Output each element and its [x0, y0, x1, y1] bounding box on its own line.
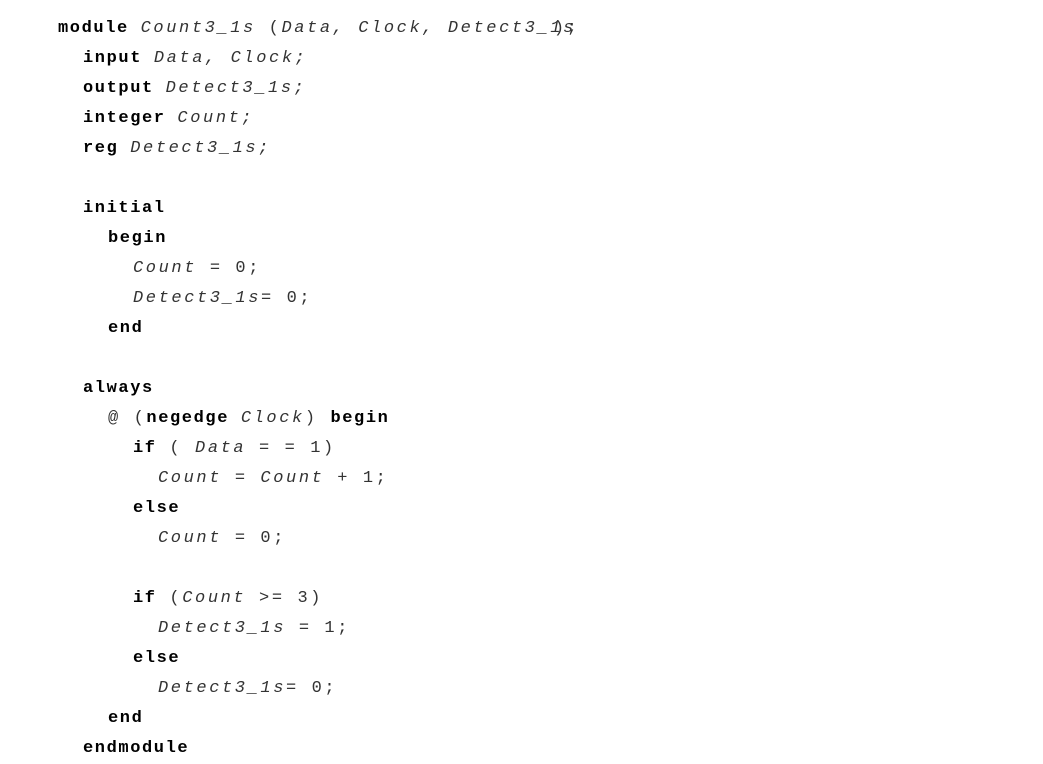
identifier: Count — [158, 469, 223, 488]
operator: >= 3) — [246, 589, 324, 608]
identifier: Data, Clock, Detect3_1s — [281, 19, 576, 38]
identifier: Clock — [240, 409, 305, 428]
operator: = 0; — [222, 529, 287, 548]
keyword: end — [108, 709, 144, 728]
code-line: Count = Count + 1; — [58, 464, 580, 494]
identifier: Data — [195, 439, 247, 458]
code-line: module Count3_1s (Data, Clock, Detect3_1… — [58, 14, 580, 44]
code-line: Detect3_1s = 1; — [58, 614, 580, 644]
keyword: begin — [330, 409, 390, 428]
code-line: @ (negedge Clock) begin — [58, 404, 580, 434]
code-line: endmodule — [58, 734, 580, 764]
code-line: input Data, Clock; — [58, 44, 580, 74]
keyword: always — [83, 379, 154, 398]
code-line: else — [58, 644, 580, 674]
code-line: Count = 0; — [58, 254, 580, 284]
code-line: if (Count >= 3) — [58, 584, 580, 614]
identifier: Count; — [177, 109, 255, 128]
code-line: always — [58, 374, 580, 404]
keyword: reg — [83, 139, 131, 158]
identifier: Detect3_1s; — [130, 139, 272, 158]
code-line: Detect3_1s= 0; — [58, 674, 580, 704]
keyword: else — [133, 649, 181, 668]
operator: = = 1) — [246, 439, 336, 458]
identifier: Detect3_1s — [133, 289, 262, 308]
operator: ); — [553, 19, 580, 38]
keyword: initial — [83, 199, 166, 218]
code-line: begin — [58, 224, 580, 254]
operator: = 0; — [261, 289, 313, 308]
identifier: Count — [158, 529, 223, 548]
keyword: if — [133, 589, 157, 608]
code-line: else — [58, 494, 580, 524]
identifier: Detect3_1s — [158, 679, 287, 698]
keyword: if — [133, 439, 157, 458]
operator: = 0; — [286, 679, 338, 698]
keyword: integer — [83, 109, 178, 128]
operator: ( — [156, 439, 196, 458]
keyword: begin — [108, 229, 168, 248]
identifier: Detect3_1s; — [165, 79, 307, 98]
code-line: integer Count; — [58, 104, 580, 134]
operator: = 1; — [286, 619, 351, 638]
operator: ) — [304, 409, 331, 428]
code-line: end — [58, 314, 580, 344]
keyword: else — [133, 499, 181, 518]
keyword: endmodule — [83, 739, 190, 758]
code-line: Count = 0; — [58, 524, 580, 554]
code-line: reg Detect3_1s; — [58, 134, 580, 164]
operator: @ ( — [108, 409, 147, 428]
operator: ( — [255, 19, 282, 38]
identifier: Data, Clock; — [153, 49, 308, 68]
identifier: Count — [133, 259, 198, 278]
keyword: input — [83, 49, 154, 68]
verilog-code-block: module Count3_1s (Data, Clock, Detect3_1… — [58, 14, 580, 764]
keyword: output — [83, 79, 166, 98]
operator: = 0; — [197, 259, 262, 278]
operator: + 1; — [324, 469, 389, 488]
keyword: module — [58, 19, 141, 38]
keyword: end — [108, 319, 144, 338]
code-line: if ( Data = = 1) — [58, 434, 580, 464]
code-line: initial — [58, 194, 580, 224]
operator: ( — [156, 589, 183, 608]
identifier: Count — [260, 469, 325, 488]
keyword: negedge — [146, 409, 241, 428]
identifier: Count3_1s — [140, 19, 256, 38]
operator: = — [222, 469, 261, 488]
code-line: Detect3_1s= 0; — [58, 284, 580, 314]
identifier: Detect3_1s — [158, 619, 287, 638]
identifier: Count — [182, 589, 247, 608]
code-line: end — [58, 704, 580, 734]
code-line: output Detect3_1s; — [58, 74, 580, 104]
